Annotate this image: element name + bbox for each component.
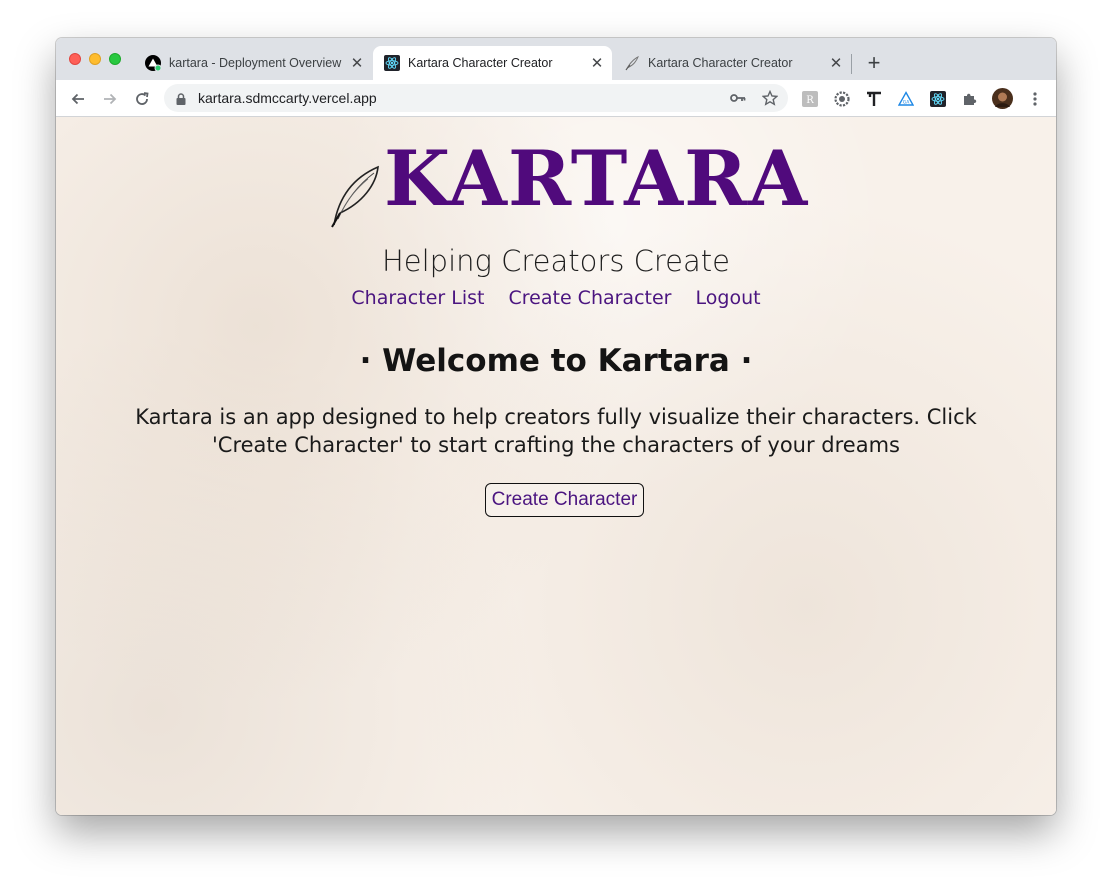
readability-icon[interactable]: R [801, 90, 819, 108]
key-icon[interactable] [729, 89, 747, 107]
react-devtools-icon[interactable] [929, 90, 947, 108]
kartara-logo: KARTARA [328, 141, 808, 231]
maximize-window-button[interactable] [109, 53, 121, 65]
create-character-button[interactable]: Create Character [485, 483, 644, 517]
lock-icon [176, 92, 186, 110]
welcome-heading: · Welcome to Kartara · [359, 343, 753, 379]
back-arrow-icon[interactable] [65, 86, 91, 112]
address-bar[interactable]: kartara.sdmccarty.vercel.app [164, 84, 788, 112]
triangle-extension-icon[interactable]: GA [897, 90, 915, 108]
vercel-icon [145, 55, 161, 71]
tab-kartara-active[interactable]: Kartara Character Creator ✕ [373, 46, 612, 80]
tab-title: Kartara Character Creator [648, 56, 793, 70]
main-nav: Character List Create Character Logout [56, 287, 1056, 309]
quill-logo-icon [331, 165, 379, 228]
browser-toolbar: kartara.sdmccarty.vercel.app R GA [56, 80, 1056, 117]
star-icon[interactable] [761, 89, 779, 107]
svg-text:R: R [806, 95, 814, 106]
nav-link-character-list[interactable]: Character List [351, 287, 484, 309]
minimize-window-button[interactable] [89, 53, 101, 65]
more-menu-icon[interactable] [1026, 90, 1044, 108]
react-icon [384, 55, 400, 71]
close-icon[interactable]: ✕ [827, 54, 845, 72]
close-icon[interactable]: ✕ [348, 54, 366, 72]
tab-title: kartara - Deployment Overview [169, 56, 342, 70]
gear-extension-icon[interactable] [833, 90, 851, 108]
tab-deployment-overview[interactable]: kartara - Deployment Overview ✕ [134, 46, 372, 80]
browser-window: kartara - Deployment Overview ✕ Kartara … [56, 38, 1056, 815]
welcome-description: Kartara is an app designed to help creat… [135, 405, 977, 457]
reload-icon[interactable] [129, 86, 155, 112]
logo-text: KARTARA [384, 134, 809, 223]
quill-icon [624, 55, 640, 71]
forward-arrow-icon[interactable] [97, 86, 123, 112]
nav-link-logout[interactable]: Logout [696, 287, 761, 309]
page-content: KARTARA Helping Creators Create Characte… [56, 117, 1056, 815]
typography-icon[interactable] [865, 90, 883, 108]
close-window-button[interactable] [69, 53, 81, 65]
close-icon[interactable]: ✕ [588, 54, 606, 72]
nav-link-create-character[interactable]: Create Character [509, 287, 672, 309]
tab-strip: kartara - Deployment Overview ✕ Kartara … [56, 38, 1056, 80]
tab-kartara-quill[interactable]: Kartara Character Creator ✕ [613, 46, 851, 80]
tab-separator [851, 54, 852, 74]
tab-title: Kartara Character Creator [408, 56, 553, 70]
svg-text:GA: GA [903, 100, 910, 106]
puzzle-icon[interactable] [961, 90, 979, 108]
new-tab-button[interactable]: + [862, 50, 886, 75]
tagline: Helping Creators Create [381, 244, 731, 278]
url-text: kartara.sdmccarty.vercel.app [198, 90, 377, 106]
avatar[interactable] [992, 88, 1013, 109]
